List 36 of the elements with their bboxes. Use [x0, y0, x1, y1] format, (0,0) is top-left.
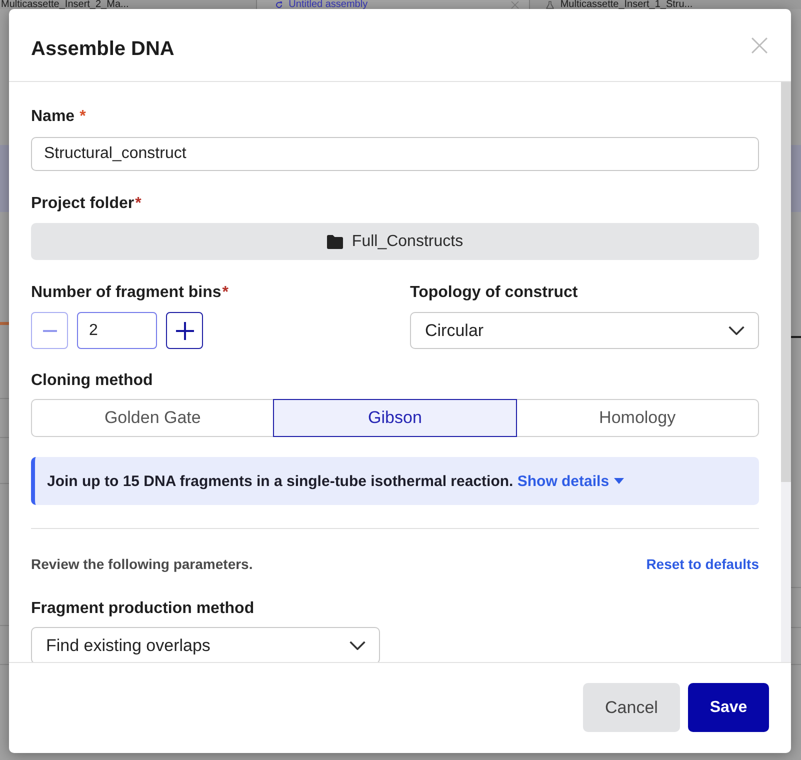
topology-dropdown[interactable]: Circular — [410, 312, 759, 349]
chevron-down-icon — [349, 641, 366, 650]
increment-button[interactable] — [166, 312, 203, 349]
cloning-method-option[interactable]: Homology — [516, 399, 759, 437]
caret-down-icon — [614, 478, 624, 484]
flask-icon — [546, 0, 554, 8]
document-tab[interactable]: Untitled assembly — [256, 0, 530, 9]
field-label: Number of fragment bins* — [31, 283, 230, 303]
cancel-button[interactable]: Cancel — [583, 683, 680, 732]
bins-input[interactable]: 2 — [77, 312, 157, 349]
field-label: Name * — [31, 107, 87, 127]
scrollbar-thumb[interactable] — [781, 82, 791, 482]
save-button[interactable]: Save — [688, 683, 769, 732]
show-details-link[interactable]: Show details — [517, 472, 624, 490]
name-input[interactable]: Structural_construct — [31, 137, 759, 171]
dialog-title: Assemble DNA — [31, 38, 174, 60]
field-label: Project folder* — [31, 194, 142, 214]
fragment-method-dropdown[interactable]: Find existing overlaps — [31, 627, 380, 662]
plus-icon — [176, 322, 194, 340]
project-folder-button[interactable]: Full_Constructs — [31, 223, 759, 260]
field-label: Cloning method — [31, 371, 154, 391]
field-label: Fragment production method — [31, 599, 256, 619]
document-tab[interactable]: Multicassette_Insert_2_Ma... — [0, 0, 257, 9]
folder-icon — [326, 234, 343, 248]
scrollbar[interactable] — [781, 82, 791, 662]
review-note: Review the following parameters. — [31, 555, 253, 573]
cloning-method-option[interactable]: Gibson — [273, 399, 517, 437]
field-label: Topology of construct — [410, 283, 579, 303]
close-icon[interactable] — [511, 0, 520, 8]
info-message: Join up to 15 DNA fragments in a single-tube isothermal reaction. Show details — [47, 472, 624, 490]
close-icon[interactable] — [751, 36, 768, 54]
cloning-method-option[interactable]: Golden Gate — [31, 399, 274, 437]
circular-arrow-icon — [274, 0, 283, 8]
minus-icon — [42, 330, 56, 332]
chevron-down-icon — [728, 326, 745, 335]
reset-defaults-link[interactable]: Reset to defaults — [646, 555, 759, 573]
